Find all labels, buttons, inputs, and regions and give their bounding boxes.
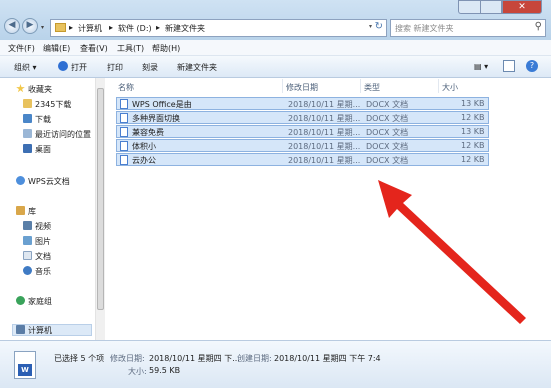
- red-arrow-icon: [378, 180, 526, 324]
- created-label: 创建日期:: [237, 354, 272, 363]
- annotation-arrow: [378, 180, 526, 324]
- modified-label: 修改日期:: [110, 354, 145, 363]
- size-value: 59.5 KB: [149, 366, 181, 375]
- modified-value: 2018/10/11 星期四 下...: [149, 354, 240, 363]
- docx-large-icon: W: [14, 351, 36, 379]
- selection-count: 已选择 5 个项: [54, 354, 105, 363]
- created-value: 2018/10/11 星期四 下午 7:4: [274, 354, 381, 363]
- details-pane: W 已选择 5 个项 修改日期: 2018/10/11 星期四 下... 创建日…: [0, 340, 551, 388]
- size-label: 大小:: [128, 367, 147, 376]
- wps-writer-icon: W: [18, 364, 32, 376]
